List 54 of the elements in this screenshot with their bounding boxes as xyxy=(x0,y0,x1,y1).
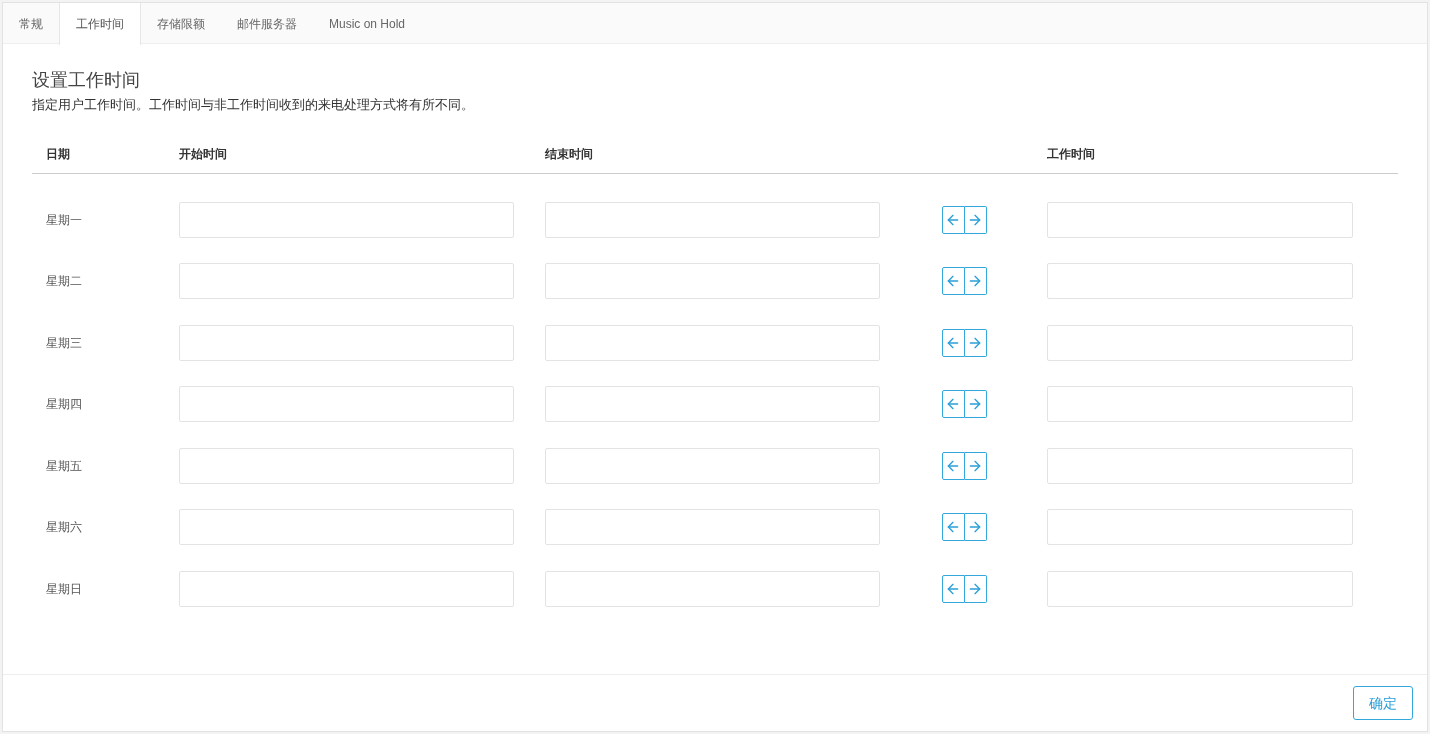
move-right-button[interactable] xyxy=(964,574,987,603)
move-right-button[interactable] xyxy=(964,513,987,542)
start-time-field[interactable] xyxy=(179,386,514,423)
end-time-field[interactable] xyxy=(545,447,880,484)
end-time-field[interactable] xyxy=(545,509,880,546)
move-left-button[interactable] xyxy=(942,574,965,603)
day-label: 星期日 xyxy=(46,580,83,598)
move-right-button[interactable] xyxy=(964,205,987,234)
tab[interactable]: 常规 xyxy=(3,3,59,44)
confirm-button[interactable]: 确定 xyxy=(1353,686,1413,720)
start-time-field[interactable] xyxy=(179,447,514,484)
day-label: 星期一 xyxy=(46,211,83,229)
end-time-field[interactable] xyxy=(545,324,880,361)
tab[interactable]: 存储限额 xyxy=(141,3,221,44)
work-time-field[interactable] xyxy=(1047,509,1353,546)
move-left-button[interactable] xyxy=(942,390,965,419)
column-header: 工作时间 xyxy=(1047,145,1096,163)
work-time-field[interactable] xyxy=(1047,447,1353,484)
work-time-field[interactable] xyxy=(1047,570,1353,607)
move-right-button[interactable] xyxy=(964,328,987,357)
section-title: 设置工作时间 xyxy=(32,69,141,92)
column-header: 开始时间 xyxy=(179,145,228,163)
tab[interactable]: 邮件服务器 xyxy=(221,3,313,44)
move-left-button[interactable] xyxy=(942,513,965,542)
move-left-button[interactable] xyxy=(942,451,965,480)
work-time-field[interactable] xyxy=(1047,386,1353,423)
work-time-field[interactable] xyxy=(1047,263,1353,300)
move-right-button[interactable] xyxy=(964,451,987,480)
work-time-field[interactable] xyxy=(1047,201,1353,238)
start-time-field[interactable] xyxy=(179,201,514,238)
column-header: 日期 xyxy=(46,145,71,163)
start-time-field[interactable] xyxy=(179,509,514,546)
tab[interactable]: 工作时间 xyxy=(59,3,141,45)
day-label: 星期六 xyxy=(46,519,83,537)
section-description: 指定用户工作时间。工作时间与非工作时间收到的来电处理方式将有所不同。 xyxy=(32,97,475,114)
day-label: 星期三 xyxy=(46,334,83,352)
tab[interactable]: Music on Hold xyxy=(313,3,422,44)
end-time-field[interactable] xyxy=(545,570,880,607)
column-header: 结束时间 xyxy=(545,145,594,163)
move-right-button[interactable] xyxy=(964,267,987,296)
move-left-button[interactable] xyxy=(942,267,965,296)
day-label: 星期四 xyxy=(46,396,83,414)
start-time-field[interactable] xyxy=(179,263,514,300)
end-time-field[interactable] xyxy=(545,201,880,238)
move-left-button[interactable] xyxy=(942,205,965,234)
move-right-button[interactable] xyxy=(964,390,987,419)
day-label: 星期五 xyxy=(46,457,83,475)
move-left-button[interactable] xyxy=(942,328,965,357)
end-time-field[interactable] xyxy=(545,263,880,300)
day-label: 星期二 xyxy=(46,273,83,291)
end-time-field[interactable] xyxy=(545,386,880,423)
start-time-field[interactable] xyxy=(179,324,514,361)
work-time-field[interactable] xyxy=(1047,324,1353,361)
start-time-field[interactable] xyxy=(179,570,514,607)
